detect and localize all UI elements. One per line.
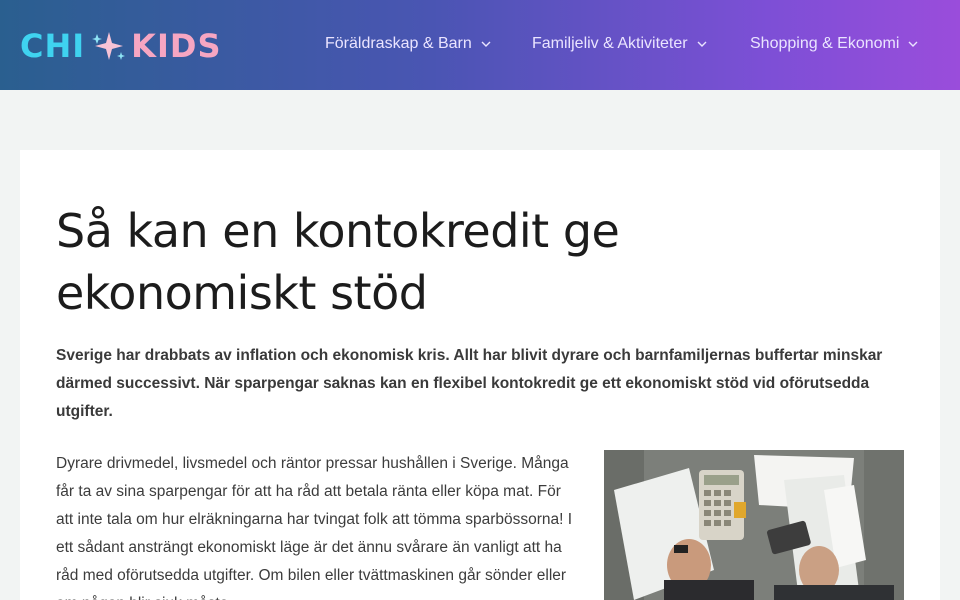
nav-item-familjeliv[interactable]: Familjeliv & Aktiviteter: [532, 35, 707, 53]
calculator-bills-photo: [604, 450, 904, 600]
nav-item-label: Föräldraskap & Barn: [325, 35, 472, 52]
chevron-down-icon: [908, 41, 918, 47]
article-card: Så kan en kontokredit ge ekonomiskt stöd…: [20, 150, 940, 600]
nav-item-foraldraskap[interactable]: Föräldraskap & Barn: [325, 35, 491, 53]
logo-chi-text: CHI: [20, 27, 86, 65]
nav-item-label: Familjeliv & Aktiviteter: [532, 35, 688, 52]
site-logo[interactable]: CHI KIDS: [20, 26, 221, 66]
logo-kids-text: KIDS: [131, 27, 222, 65]
chevron-down-icon: [697, 41, 707, 47]
nav-item-shopping[interactable]: Shopping & Ekonomi: [750, 35, 918, 53]
article-paragraph: Dyrare drivmedel, livsmedel och räntor p…: [56, 455, 573, 600]
nav-item-label: Shopping & Ekonomi: [750, 35, 900, 52]
article-lead: Sverige har drabbats av inflation och ek…: [56, 347, 883, 420]
article-title: Så kan en kontokredit ge ekonomiskt stöd: [56, 204, 620, 320]
site-header: CHI KIDS Föräldraskap & Barn Familjeliv …: [0, 0, 960, 90]
chevron-down-icon: [481, 41, 491, 47]
sparkle-icon: [92, 32, 126, 60]
